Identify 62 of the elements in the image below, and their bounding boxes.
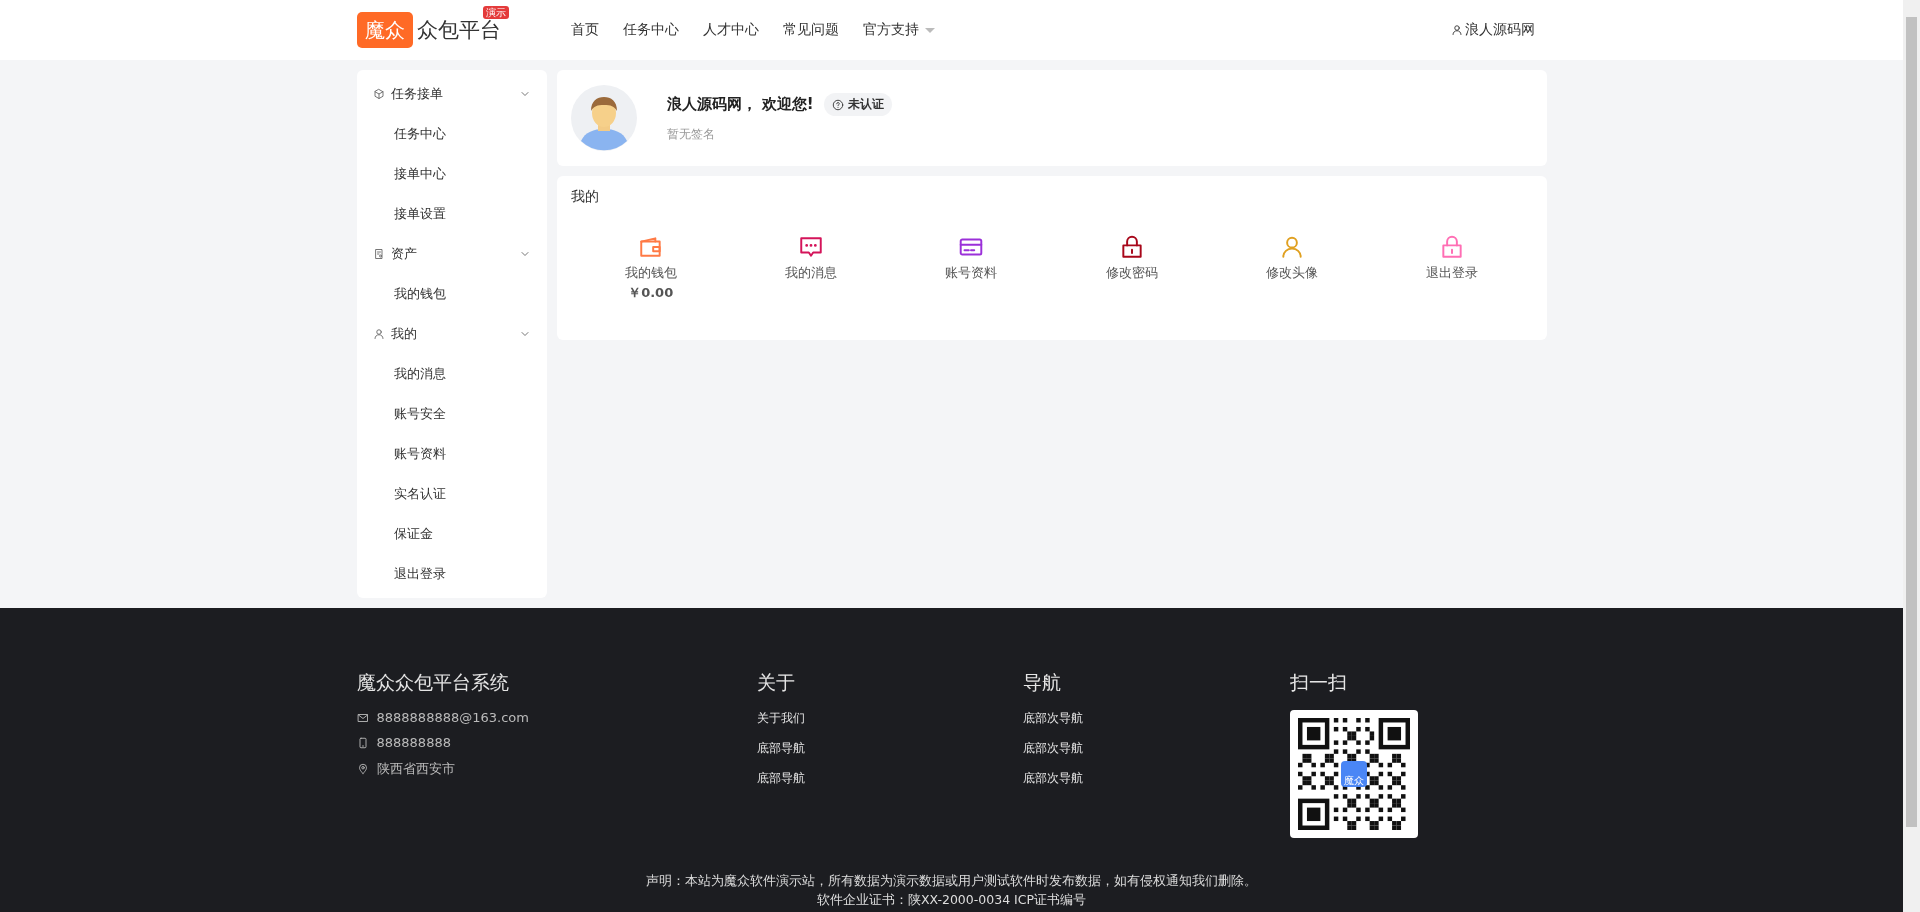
welcome-text: 浪人源码网， 欢迎您! [666,95,814,114]
chat-icon[interactable] [798,234,824,260]
shortcut-link[interactable]: 我的消息 [785,264,837,282]
nav-link[interactable]: 常见问题 [770,21,851,39]
nav-link[interactable]: 首页 [558,21,611,39]
shortcut-link[interactable]: 退出登录 [1426,264,1479,282]
footer-brand: 魔众众包平台系统 [356,670,510,695]
menu-item[interactable]: 账号资料 [356,434,547,474]
location-icon [356,763,369,775]
nav-link[interactable]: 任务中心 [610,21,691,39]
help-icon [831,98,844,111]
footer-link[interactable]: 底部次导航 [1022,741,1083,755]
shortcut-link[interactable]: 修改头像 [1266,264,1318,282]
nav-link[interactable]: 人才中心 [690,21,771,39]
menu-group[interactable]: 我的 [356,314,547,354]
shortcut-link[interactable]: 修改密码 [1105,264,1158,282]
disclaimer-text: 声明：本站为魔众软件演示站，所有数据为演示数据或用户测试软件时发布数据，如有侵权通知我们删除。 [646,873,1257,888]
footer-link[interactable]: 底部导航 [756,771,805,785]
scrollbar[interactable] [1903,0,1920,912]
menu-item[interactable]: 接单设置 [356,194,547,234]
wallet-icon[interactable] [637,234,664,260]
logo-text[interactable]: 众包平台 [416,19,501,41]
menu-group[interactable]: 任务接单 [356,74,547,114]
footer-link[interactable]: 底部次导航 [1022,771,1083,785]
balance-value: ￥0.00 [628,284,674,302]
user-icon [372,328,385,340]
footer-link[interactable]: 关于我们 [756,711,805,725]
user-icon[interactable] [1279,234,1305,260]
footer-heading: 关于 [756,670,796,695]
footer-heading: 导航 [1022,670,1062,695]
caret-icon [924,27,935,33]
phone-icon [356,736,369,749]
contact-text: 888888888 [376,735,451,750]
nav-link[interactable]: 官方支持 [850,21,947,39]
menu-item[interactable]: 我的钱包 [356,274,547,314]
contact-text: 8888888888@163.com [376,710,529,725]
verification-badge: 未认证 [823,93,892,116]
document-icon [372,248,385,260]
avatar-drawing [570,85,637,151]
user-icon [1450,24,1463,36]
shortcut-link[interactable]: 我的钱包 [624,264,677,282]
footer-link[interactable]: 底部导航 [756,741,805,755]
menu-item[interactable]: 任务中心 [356,114,547,154]
menu-item[interactable]: 退出登录 [356,554,547,594]
panel-title: 我的 [570,188,600,206]
footer-link[interactable]: 底部次导航 [1022,711,1083,725]
menu-item[interactable]: 保证金 [356,514,547,554]
menu-item[interactable]: 接单中心 [356,154,547,194]
license-text: 软件企业证书：陕XX-2000-0034 ICP证书编号 [816,892,1087,907]
contact-text: 陕西省西安市 [376,760,455,778]
qr-logo: 魔众 [1340,761,1367,787]
menu-item[interactable]: 实名认证 [356,474,547,514]
user-link[interactable]: 浪人源码网 [1438,21,1547,39]
shortcut-link[interactable]: 账号资料 [945,264,998,282]
signature-text: 暂无签名 [666,126,716,143]
menu-group[interactable]: 资产 [356,234,547,274]
cube-icon [372,88,385,100]
demo-badge: 演示 [482,6,509,19]
menu-item[interactable]: 我的消息 [356,354,547,394]
menu-item[interactable]: 账号安全 [356,394,547,434]
mail-icon [356,711,369,724]
footer-heading: 扫一扫 [1289,670,1348,695]
